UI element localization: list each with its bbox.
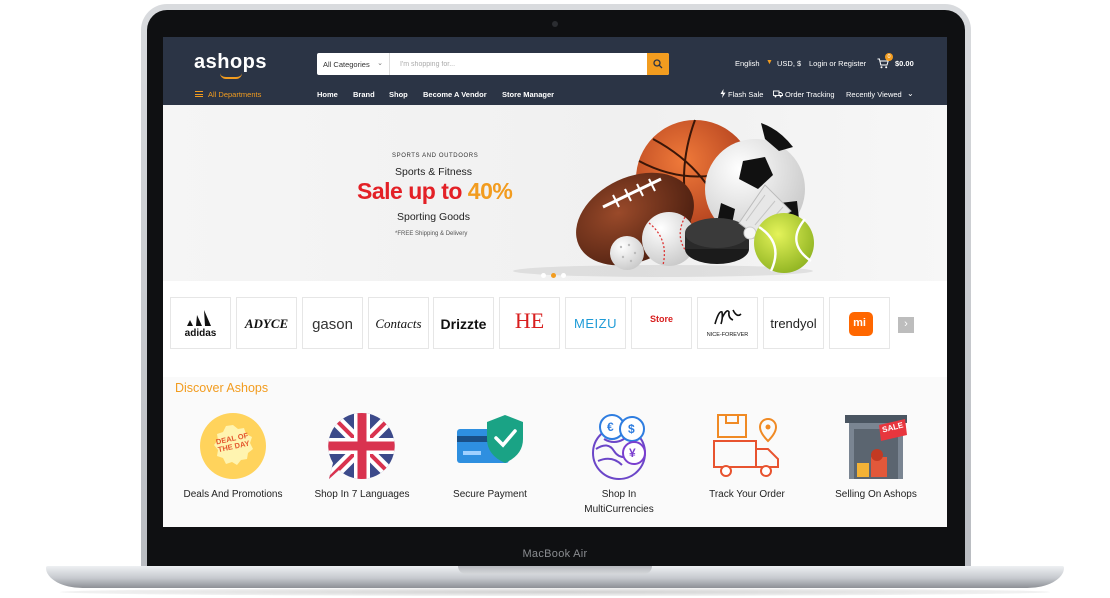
- yen-icon: ¥: [629, 446, 636, 460]
- discover-section: Discover Ashops DEAL OF THE DAY Deals An…: [163, 377, 947, 527]
- carousel-dot[interactable]: [561, 273, 566, 278]
- truck-icon: [773, 90, 783, 98]
- hero-kicker: SPORTS AND OUTDOORS: [392, 153, 479, 159]
- order-tracking-link[interactable]: Order Tracking: [785, 90, 835, 99]
- device-model-label: MacBook Air: [522, 548, 588, 560]
- brand-logo-drizzte[interactable]: Drizzte: [433, 297, 494, 349]
- logo-smile-icon: [220, 73, 242, 79]
- laptop-notch: [458, 566, 652, 574]
- recently-viewed-dropdown[interactable]: Recently Viewed: [846, 90, 902, 99]
- feature-secure-payment[interactable]: Secure Payment: [425, 411, 555, 502]
- feature-multicurrency[interactable]: € $ ¥ Shop In MultiCurrencies: [554, 411, 684, 517]
- hero-banner[interactable]: SPORTS AND OUTDOORS Sports & Fitness Sal…: [163, 105, 947, 281]
- hero-subtitle: Sports & Fitness: [395, 166, 473, 178]
- deal-of-the-day-icon: DEAL OF THE DAY: [198, 411, 268, 481]
- brand-logo-store[interactable]: Store: [631, 297, 692, 349]
- all-departments-button[interactable]: All Departments: [208, 90, 261, 99]
- cart-total[interactable]: $0.00: [895, 59, 914, 68]
- search-icon: [653, 59, 663, 69]
- sports-balls-image: [513, 119, 814, 277]
- hero-goods: Sporting Goods: [397, 211, 470, 223]
- feature-label: Selling On Ashops: [835, 489, 917, 500]
- search-category-select[interactable]: All Categories ⌄: [317, 53, 390, 75]
- currency-selector[interactable]: USD, $: [777, 59, 801, 68]
- camera-icon: [552, 21, 558, 27]
- currency-globe-icon: € $ ¥: [584, 411, 654, 481]
- flash-icon: [720, 89, 726, 98]
- feature-deals[interactable]: DEAL OF THE DAY Deals And Promotions: [168, 411, 298, 502]
- laptop-shadow: [60, 588, 1050, 596]
- secure-card-shield-icon: [455, 411, 525, 481]
- menu-icon: [195, 91, 203, 97]
- search-category-label: All Categories: [323, 60, 370, 69]
- sale-shop-icon: SALE: [841, 411, 911, 481]
- brand-logo-meizu[interactable]: MEIZU: [565, 297, 626, 349]
- search-input[interactable]: [392, 53, 642, 75]
- brand-logo-nice-forever[interactable]: NICE-FOREVER: [697, 297, 758, 349]
- feature-selling[interactable]: SALE Selling On Ashops: [811, 411, 941, 502]
- main-nav: All Departments Home Brand Shop Become A…: [163, 82, 947, 105]
- nav-shop[interactable]: Shop: [389, 90, 408, 99]
- browser-screen: ashops All Categories ⌄ English ▼ USD, $: [163, 37, 947, 527]
- brand-logo-mi[interactable]: mi: [829, 297, 890, 349]
- feature-track-order[interactable]: Track Your Order: [682, 411, 812, 502]
- site-logo[interactable]: ashops: [194, 51, 267, 74]
- hero-sale-text: Sale up to: [357, 178, 462, 204]
- nav-brand[interactable]: Brand: [353, 90, 375, 99]
- delivery-truck-icon: [712, 411, 782, 481]
- site-header: ashops All Categories ⌄ English ▼ USD, $: [163, 37, 947, 105]
- brand-logo-gason[interactable]: gason: [302, 297, 363, 349]
- carousel-dots: [541, 265, 571, 283]
- hero-sale-headline: Sale up to 40%: [357, 178, 513, 205]
- brand-logo-contacts[interactable]: Contacts: [368, 297, 429, 349]
- nice-forever-mark-icon: [714, 309, 742, 325]
- feature-label: Shop In MultiCurrencies: [584, 489, 654, 515]
- brand-logo-adidas[interactable]: adidas: [170, 297, 231, 349]
- search-bar: All Categories ⌄: [317, 53, 669, 75]
- feature-label: Deals And Promotions: [183, 489, 283, 500]
- nav-become-vendor[interactable]: Become A Vendor: [423, 90, 487, 99]
- caret-down-icon: ▼: [766, 59, 773, 66]
- brand-carousel-next-button[interactable]: ›: [898, 317, 914, 333]
- feature-label: Shop In 7 Languages: [314, 489, 410, 500]
- login-register-link[interactable]: Login or Register: [809, 59, 866, 68]
- hero-shipping-note: *FREE Shipping & Delivery: [395, 231, 468, 237]
- stage: MacBook Air ashops All Categories ⌄ E: [0, 0, 1110, 598]
- brand-logo-adyce[interactable]: ADYCE: [236, 297, 297, 349]
- brand-strip: adidas ADYCE gason Contacts Drizzte HE M…: [163, 295, 947, 351]
- feature-label: Secure Payment: [453, 489, 527, 500]
- flag-speech-icon: [327, 411, 397, 481]
- carousel-dot[interactable]: [541, 273, 546, 278]
- feature-label: Track Your Order: [709, 489, 785, 500]
- feature-languages[interactable]: Shop In 7 Languages: [297, 411, 427, 502]
- adidas-stripes-icon: [187, 310, 211, 326]
- dollar-icon: $: [628, 422, 635, 436]
- flash-sale-link[interactable]: Flash Sale: [728, 90, 763, 99]
- brand-logo-trendyol[interactable]: trendyol: [763, 297, 824, 349]
- nav-store-manager[interactable]: Store Manager: [502, 90, 554, 99]
- cart-count-badge: 0: [885, 53, 893, 61]
- nav-home[interactable]: Home: [317, 90, 338, 99]
- language-selector[interactable]: English: [735, 59, 760, 68]
- search-button[interactable]: [647, 53, 669, 75]
- chevron-down-icon: ⌄: [907, 89, 914, 98]
- chevron-down-icon: ⌄: [377, 60, 383, 67]
- discover-title: Discover Ashops: [175, 381, 269, 395]
- euro-icon: €: [607, 420, 614, 434]
- carousel-dot-active[interactable]: [551, 273, 556, 278]
- brand-logo-he[interactable]: HE: [499, 297, 560, 349]
